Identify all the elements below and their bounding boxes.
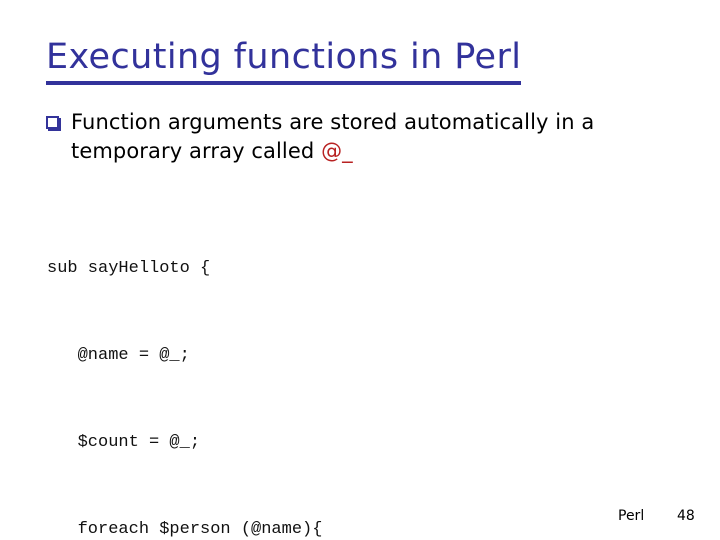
code-line: sub sayHelloto { (47, 259, 211, 278)
page-title: Executing functions in Perl (46, 36, 522, 85)
footer-label: Perl (618, 508, 645, 524)
hollow-square-bullet-icon (46, 116, 59, 129)
list-item: Function arguments are stored automatica… (46, 108, 646, 166)
code-line: $count = @_; (47, 433, 201, 452)
bullet-item-accent: @_ (321, 139, 353, 163)
bullet-item-label: Function arguments are stored automatica… (71, 108, 646, 166)
bullet-list: Function arguments are stored automatica… (46, 108, 646, 166)
code-line: @name = @_; (47, 346, 190, 365)
slide-canvas: Executing functions in Perl Function arg… (0, 0, 720, 540)
title-block: Executing functions in Perl (46, 36, 666, 85)
slide-footer: Perl 48 (0, 504, 720, 528)
page-number: 48 (677, 508, 695, 524)
code-block: sub sayHelloto { @name = @_; $count = @_… (47, 196, 687, 540)
